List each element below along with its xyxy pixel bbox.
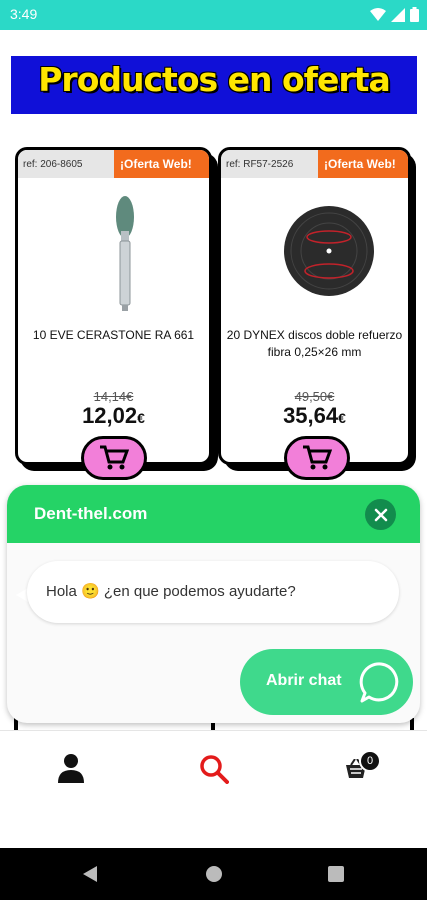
chat-widget: Dent-thel.com Hola 🙂 ¿en que podemos ayu… bbox=[7, 485, 420, 723]
price-currency: € bbox=[137, 410, 145, 426]
product-ref: ref: 206-8605 bbox=[18, 150, 114, 178]
chat-close-button[interactable] bbox=[365, 499, 396, 530]
user-icon bbox=[58, 754, 84, 783]
old-price: 14,14€ bbox=[93, 389, 134, 404]
cart-icon bbox=[303, 445, 332, 470]
close-icon bbox=[374, 508, 387, 521]
new-price: 12,02€ bbox=[18, 403, 209, 429]
offers-banner: Productos en oferta bbox=[11, 56, 417, 114]
search-icon bbox=[200, 755, 229, 784]
price-amount: 35,64 bbox=[283, 403, 339, 428]
product-card[interactable]: ref: 206-8605 ¡Oferta Web! 10 EVE CERAST… bbox=[15, 147, 212, 465]
wifi-icon bbox=[370, 7, 386, 21]
cart-count-badge: 0 bbox=[359, 750, 381, 772]
chat-message: Hola 🙂 ¿en que podemos ayudarte? bbox=[27, 561, 399, 623]
nav-account[interactable] bbox=[58, 753, 84, 787]
add-to-cart-button[interactable] bbox=[284, 436, 350, 480]
chat-greeting: Hola 🙂 ¿en que podemos ayudarte? bbox=[46, 583, 296, 600]
offer-badge: ¡Oferta Web! bbox=[318, 150, 408, 178]
product-name[interactable]: 20 DYNEX discos doble refuerzo fibra 0,2… bbox=[225, 327, 404, 361]
chat-header: Dent-thel.com bbox=[7, 485, 420, 543]
cart-icon bbox=[100, 445, 129, 470]
price-currency: € bbox=[338, 410, 346, 426]
card-header: ref: RF57-2526 ¡Oferta Web! bbox=[221, 150, 408, 178]
status-bar: 3:49 bbox=[0, 0, 427, 30]
price-amount: 12,02 bbox=[82, 403, 138, 428]
product-card[interactable]: ref: RF57-2526 ¡Oferta Web! 20 DYNEX dis… bbox=[218, 147, 411, 465]
recents-icon[interactable] bbox=[328, 866, 344, 882]
product-image bbox=[284, 206, 374, 296]
bottom-nav: 0 bbox=[0, 730, 427, 848]
chat-title: Dent-thel.com bbox=[34, 504, 148, 523]
card-header: ref: 206-8605 ¡Oferta Web! bbox=[18, 150, 209, 178]
product-name[interactable]: 10 EVE CERASTONE RA 661 bbox=[22, 327, 205, 344]
add-to-cart-button[interactable] bbox=[81, 436, 147, 480]
product-ref: ref: RF57-2526 bbox=[221, 150, 318, 178]
nav-search[interactable] bbox=[199, 754, 229, 788]
product-image bbox=[116, 196, 134, 311]
offer-badge: ¡Oferta Web! bbox=[114, 150, 209, 178]
nav-cart[interactable]: 0 bbox=[345, 750, 381, 783]
whatsapp-icon bbox=[359, 662, 399, 703]
home-icon[interactable] bbox=[205, 865, 223, 883]
status-icons bbox=[370, 7, 419, 22]
system-nav-bar bbox=[0, 848, 427, 900]
new-price: 35,64€ bbox=[221, 403, 408, 429]
open-chat-button[interactable]: Abrir chat bbox=[240, 649, 413, 715]
signal-icon bbox=[391, 7, 405, 22]
banner-title: Productos en oferta bbox=[38, 60, 390, 99]
battery-icon bbox=[410, 7, 419, 22]
old-price: 49,50€ bbox=[294, 389, 335, 404]
open-chat-label: Abrir chat bbox=[266, 672, 342, 689]
back-icon[interactable] bbox=[82, 865, 98, 883]
status-time: 3:49 bbox=[10, 6, 38, 22]
